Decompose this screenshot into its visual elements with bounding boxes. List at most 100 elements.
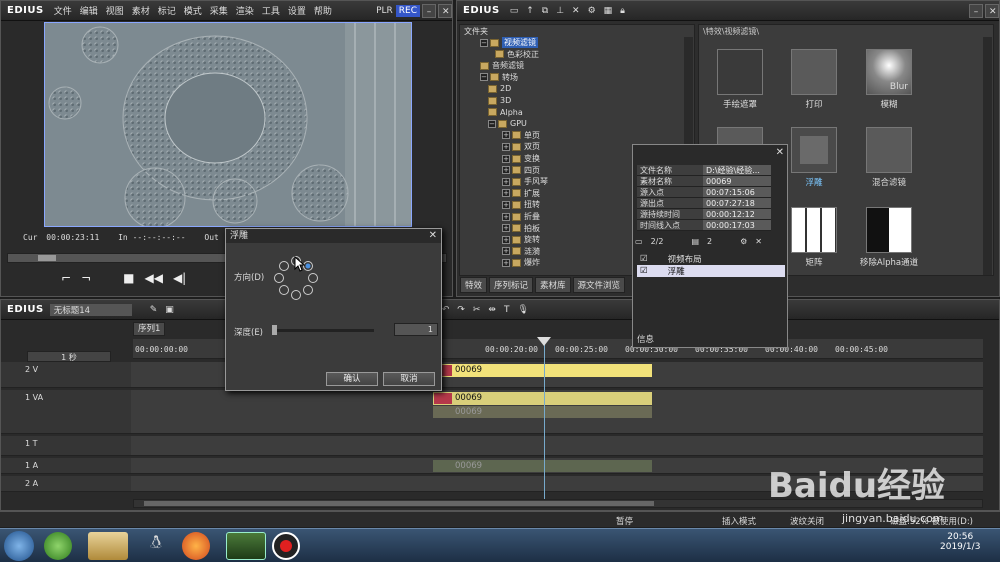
view-icon[interactable]: ▦ [600, 6, 617, 16]
close-icon[interactable]: ✕ [438, 3, 452, 18]
scrubber-handle[interactable] [38, 255, 56, 261]
expand-icon[interactable]: + [502, 200, 510, 209]
lock-icon[interactable]: 🔒︎ [616, 6, 629, 16]
gallery-scrollbar[interactable] [983, 37, 992, 275]
clock[interactable]: 20:56 2019/1/3 [940, 532, 980, 552]
new-sequence-icon[interactable]: ✎ [146, 305, 162, 315]
tab-source-browser[interactable]: 源文件浏览 [572, 277, 626, 293]
expand-icon[interactable]: + [502, 177, 510, 186]
effect-item[interactable]: 混合滤镜 [854, 127, 924, 188]
tree-item[interactable]: + 四页 [502, 165, 540, 176]
cancel-button[interactable]: 取消 [383, 372, 435, 386]
expand-icon[interactable]: + [502, 235, 510, 244]
tree-item[interactable]: 音频滤镜 [480, 60, 524, 71]
menu-edit[interactable]: 编辑 [76, 4, 102, 17]
tree-item[interactable]: + 扩展 [502, 188, 540, 199]
depth-input[interactable]: 1 [394, 323, 438, 336]
menu-view[interactable]: 视图 [102, 4, 128, 17]
effect-item[interactable]: 打印 [779, 49, 849, 110]
collapse-icon[interactable]: − [488, 119, 496, 128]
stop-icon[interactable]: ■ [123, 271, 134, 285]
track-header[interactable]: 2 V [1, 362, 131, 388]
playhead-line[interactable] [544, 340, 545, 500]
track-lane[interactable] [131, 436, 983, 456]
expand-icon[interactable]: + [502, 247, 510, 256]
zoom-select[interactable]: 1 秒 [27, 351, 111, 362]
delete-icon[interactable]: ✕ [568, 6, 584, 16]
set-in-icon[interactable]: ⌐ [61, 271, 71, 285]
timeline-clip[interactable]: 00069 [433, 392, 652, 405]
tab-bin[interactable]: 素材库 [535, 277, 571, 293]
properties-icon[interactable]: ⚙ [584, 6, 600, 16]
info-close-icon[interactable]: ✕ [776, 147, 784, 158]
audio-icon[interactable]: 🎙︎ [513, 305, 532, 315]
plr-button[interactable]: PLR [373, 5, 396, 17]
asset-minimize-icon[interactable]: – [969, 3, 983, 18]
timeline-clip[interactable]: 00069 [433, 364, 652, 377]
info-settings-icon[interactable]: ⚙ [740, 237, 747, 246]
effect-item[interactable]: 移除Alpha通道 [854, 207, 924, 268]
playhead-marker[interactable] [537, 337, 551, 346]
tree-item[interactable]: + 双页 [502, 141, 540, 152]
rewind-icon[interactable]: ◀◀ [144, 271, 162, 285]
timeline-clip[interactable]: 00069 [433, 460, 652, 472]
menu-marker[interactable]: 标记 [154, 4, 180, 17]
tree-item[interactable]: + 单页 [502, 130, 540, 141]
qq-icon[interactable]: 🐧︎ [136, 532, 176, 560]
menu-file[interactable]: 文件 [50, 4, 76, 17]
split-icon[interactable]: ⇹ [484, 305, 500, 315]
collapse-icon[interactable]: − [480, 73, 488, 82]
info-filter-item[interactable]: ☑ 浮雕 [637, 265, 785, 277]
tree-item[interactable]: + 涟漪 [502, 246, 540, 257]
recorder-icon[interactable] [272, 532, 300, 560]
checkbox-icon[interactable]: ☑ [640, 266, 648, 276]
tree-item[interactable]: + 折叠 [502, 211, 540, 222]
menu-settings[interactable]: 设置 [284, 4, 310, 17]
copy-icon[interactable]: ⧉ [538, 6, 552, 16]
firefox-icon[interactable] [182, 532, 210, 560]
cut-icon[interactable]: ✂ [469, 305, 485, 315]
effect-item[interactable]: 浮雕 [779, 127, 849, 188]
track-header[interactable]: 2 A [1, 476, 131, 492]
folder-icon[interactable]: ▭ [506, 6, 523, 16]
track-header[interactable]: 1 A [1, 458, 131, 474]
rec-button[interactable]: REC [395, 4, 420, 17]
project-name[interactable]: 无标题14 [49, 303, 132, 316]
tree-item[interactable]: 3D [488, 95, 511, 106]
sequence-tab[interactable]: 序列1 [133, 322, 166, 336]
effect-item[interactable]: 手绘遮罩 [705, 49, 775, 110]
depth-slider-thumb[interactable] [272, 325, 277, 335]
tree-item[interactable]: + 变换 [502, 153, 540, 164]
title-icon[interactable]: T [500, 305, 514, 315]
tree-item[interactable]: + 扭转 [502, 199, 540, 210]
expand-icon[interactable]: + [502, 166, 510, 175]
tree-item[interactable]: + 爆炸 [502, 257, 540, 268]
expand-icon[interactable]: + [502, 154, 510, 163]
explorer-icon[interactable] [88, 532, 128, 560]
info-remove-icon[interactable]: ✕ [755, 237, 762, 246]
start-button[interactable] [4, 531, 34, 561]
expand-icon[interactable]: + [502, 131, 510, 140]
collapse-icon[interactable]: − [480, 38, 488, 47]
effect-item[interactable]: Blur 模糊 [854, 49, 924, 110]
menu-mode[interactable]: 模式 [180, 4, 206, 17]
save-icon[interactable]: ▣ [161, 305, 178, 315]
expand-icon[interactable]: + [502, 142, 510, 151]
expand-icon[interactable]: + [502, 258, 510, 267]
menu-tools[interactable]: 工具 [258, 4, 284, 17]
dialog-close-icon[interactable]: ✕ [429, 230, 437, 241]
redo-icon[interactable]: ↷ [453, 305, 469, 315]
set-out-icon[interactable]: ¬ [81, 271, 91, 285]
tree-item[interactable]: − GPU [488, 118, 527, 129]
track-header[interactable]: 1 VA [1, 390, 131, 434]
tree-item[interactable]: 2D [488, 83, 511, 94]
up-folder-icon[interactable]: ↑ [522, 6, 538, 16]
tree-item[interactable]: 色彩校正 [495, 49, 539, 60]
tree-item[interactable]: + 旋转 [502, 234, 540, 245]
timeline-clip[interactable]: 00069 [433, 406, 652, 418]
tree-item[interactable]: − 转场 [480, 72, 518, 83]
tree-item[interactable]: Alpha [488, 107, 523, 118]
menu-capture[interactable]: 采集 [206, 4, 232, 17]
menu-clip[interactable]: 素材 [128, 4, 154, 17]
app-360-icon[interactable] [44, 532, 72, 560]
